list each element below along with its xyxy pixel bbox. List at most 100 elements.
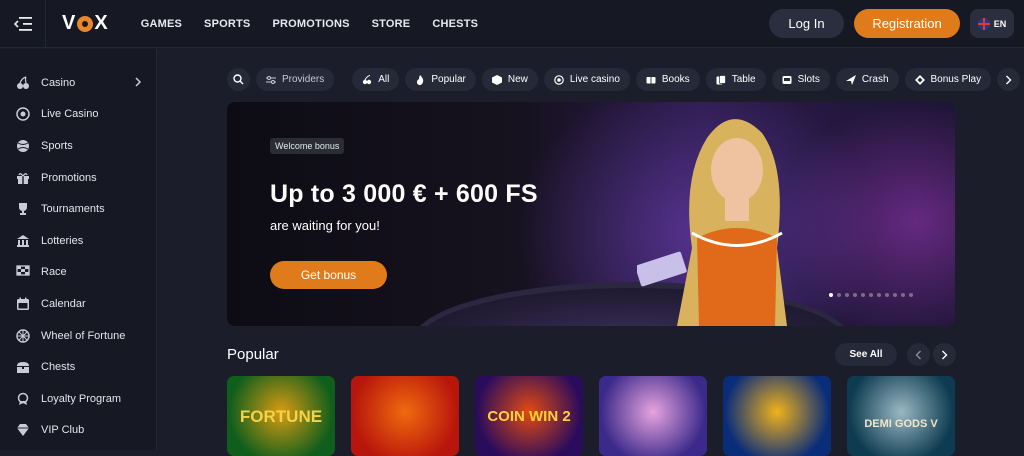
diamond-icon [16, 423, 30, 437]
book-icon [646, 75, 656, 85]
carousel-dot[interactable] [877, 293, 881, 297]
game-tile-fortune-bags[interactable]: FORTUNE [227, 376, 335, 456]
sidebar-item-label: Casino [41, 76, 76, 89]
wheel-icon [16, 328, 30, 343]
filter-popular[interactable]: Popular [405, 68, 476, 91]
cards-icon [716, 74, 726, 85]
login-button[interactable]: Log In [769, 9, 844, 38]
game-tile-title: FORTUNE [239, 407, 323, 426]
cherries-icon [362, 74, 372, 85]
sidebar-item-vip-club[interactable]: VIP Club [0, 415, 156, 447]
filter-live-casino[interactable]: Live casino [543, 68, 630, 91]
popular-prev-button[interactable] [907, 343, 930, 366]
filter-slots[interactable]: Slots [771, 68, 830, 91]
filters-next-button[interactable] [997, 68, 1021, 91]
game-tile-thunderline[interactable] [723, 376, 831, 456]
search-button[interactable] [227, 68, 250, 91]
carousel-dot[interactable] [901, 293, 905, 297]
carousel-dot[interactable] [885, 293, 889, 297]
filter-label: Slots [797, 74, 820, 85]
chest-icon [16, 360, 30, 374]
sidebar-item-label: Promotions [41, 171, 97, 184]
registration-button[interactable]: Registration [854, 9, 960, 38]
cherries-icon [16, 76, 30, 90]
sidebar-item-wheel-of-fortune[interactable]: Wheel of Fortune [0, 320, 156, 352]
carousel-dot[interactable] [893, 293, 897, 297]
sidebar-item-chests[interactable]: Chests [0, 351, 156, 383]
nav-chests[interactable]: CHESTS [432, 18, 478, 30]
filter-new[interactable]: New [481, 68, 538, 91]
game-tile-demi-gods[interactable]: DEMI GODS V [847, 376, 955, 456]
top-bar: VX GAMES SPORTS PROMOTIONS STORE CHESTS … [0, 0, 1024, 48]
get-bonus-button[interactable]: Get bonus [270, 261, 387, 289]
sidebar-item-casino[interactable]: Casino [0, 67, 156, 99]
sidebar-item-live-casino[interactable]: Live Casino [0, 99, 156, 131]
filter-label: Books [661, 74, 690, 85]
see-all-button[interactable]: See All [835, 343, 897, 366]
logo-o-icon [77, 15, 94, 32]
filter-label: Table [731, 74, 756, 85]
carousel-dot[interactable] [909, 293, 913, 297]
menu-toggle-button[interactable] [0, 0, 46, 48]
sidebar-item-race[interactable]: Race [0, 257, 156, 289]
nav-games[interactable]: GAMES [141, 18, 182, 30]
sidebar-item-label: Sports [41, 139, 73, 152]
game-filters: Providers All Popular New Live casino Bo… [227, 68, 1021, 91]
welcome-bonus-banner[interactable]: Welcome bonus Up to 3 000 € + 600 FS are… [227, 102, 955, 326]
carousel-dot[interactable] [845, 293, 849, 297]
gift-icon [16, 171, 30, 185]
filter-label: All [378, 74, 390, 85]
language-selector[interactable]: EN [970, 9, 1014, 38]
carousel-dot[interactable] [853, 293, 857, 297]
filter-label: Bonus Play [930, 74, 982, 85]
sidebar-item-label: Loyalty Program [41, 392, 122, 405]
fire-icon [415, 74, 425, 85]
sidebar-item-label: Wheel of Fortune [41, 329, 126, 342]
game-tile-title: DEMI GODS V [864, 418, 938, 430]
popular-games-row: FORTUNE COIN WIN 2 DEMI GODS V [227, 376, 955, 456]
sidebar-item-label: Race [41, 266, 67, 279]
sidebar-item-promotions[interactable]: Promotions [0, 162, 156, 194]
game-tile-crown-coins[interactable] [599, 376, 707, 456]
lottery-icon [16, 234, 30, 248]
sliders-icon [266, 75, 276, 85]
slot-machine-icon [782, 75, 792, 85]
language-code: EN [993, 18, 1007, 29]
main-content: Providers All Popular New Live casino Bo… [157, 49, 1024, 456]
nav-sports[interactable]: SPORTS [204, 18, 250, 30]
sidebar-item-label: Calendar [41, 297, 86, 310]
game-tile-coin-win[interactable]: COIN WIN 2 [475, 376, 583, 456]
carousel-dot[interactable] [829, 293, 833, 297]
sidebar: Casino Live Casino Sports Promotions Tou… [0, 49, 157, 450]
nav-store[interactable]: STORE [372, 18, 411, 30]
banner-headline: Up to 3 000 € + 600 FS [270, 180, 538, 208]
chip-icon [554, 74, 564, 85]
welcome-bonus-badge: Welcome bonus [270, 138, 345, 154]
vox-logo[interactable]: VX [62, 12, 109, 35]
nav-promotions[interactable]: PROMOTIONS [272, 18, 349, 30]
carousel-dot[interactable] [861, 293, 865, 297]
carousel-dot[interactable] [869, 293, 873, 297]
sidebar-item-tournaments[interactable]: Tournaments [0, 193, 156, 225]
diamond-icon [914, 74, 925, 85]
filter-books[interactable]: Books [635, 68, 700, 91]
sidebar-item-calendar[interactable]: Calendar [0, 288, 156, 320]
chevron-left-icon [915, 350, 921, 359]
carousel-dot[interactable] [837, 293, 841, 297]
sidebar-item-sports[interactable]: Sports [0, 130, 156, 162]
trophy-icon [16, 202, 30, 216]
cube-icon [491, 74, 502, 85]
uk-flag-icon [977, 17, 990, 30]
providers-button[interactable]: Providers [256, 68, 335, 91]
filter-crash[interactable]: Crash [835, 68, 899, 91]
filter-label: Popular [431, 74, 466, 85]
sidebar-item-lotteries[interactable]: Lotteries [0, 225, 156, 257]
filter-bonus-play[interactable]: Bonus Play [904, 68, 992, 91]
sidebar-item-loyalty-program[interactable]: Loyalty Program [0, 383, 156, 415]
game-tile-hot-fruits[interactable] [351, 376, 459, 456]
popular-next-button[interactable] [933, 343, 956, 366]
filter-all[interactable]: All [352, 68, 400, 91]
providers-label: Providers [282, 74, 325, 85]
filter-table[interactable]: Table [705, 68, 766, 91]
filter-label: New [507, 74, 528, 85]
